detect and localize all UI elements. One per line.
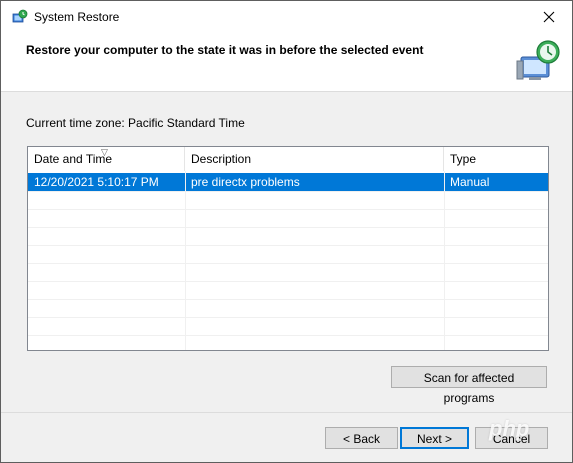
grid-line: [28, 191, 548, 192]
grid-line: [28, 317, 548, 318]
scan-affected-programs-button[interactable]: Scan for affected programs: [391, 366, 547, 405]
grid-line: [28, 227, 548, 228]
row-description: pre directx problems: [191, 175, 300, 189]
column-header-description-label: Description: [191, 152, 252, 166]
grid-line: [28, 245, 548, 246]
grid-line: [28, 335, 548, 336]
row-type: Manual: [450, 175, 490, 189]
back-button[interactable]: < Back: [325, 427, 398, 449]
sort-arrow-icon: ▽: [101, 147, 108, 157]
restore-points-list[interactable]: Date and Time ▽ Description Type 12/20/2…: [27, 146, 549, 351]
system-restore-icon: [12, 9, 28, 23]
window-title: System Restore: [34, 10, 120, 24]
close-button[interactable]: [526, 1, 572, 33]
column-header-description[interactable]: Description: [185, 147, 444, 171]
wizard-header: Restore your computer to the state it wa…: [1, 33, 572, 92]
grid-line: [28, 209, 548, 210]
next-button[interactable]: Next >: [400, 427, 469, 449]
timezone-label: Current time zone: Pacific Standard Time: [26, 116, 245, 130]
table-row[interactable]: 12/20/2021 5:10:17 PM pre directx proble…: [28, 173, 548, 191]
column-header-type[interactable]: Type: [444, 147, 548, 171]
column-header-date[interactable]: Date and Time ▽: [28, 147, 185, 171]
grid-line: [185, 171, 186, 350]
computer-restore-icon: [516, 40, 560, 80]
column-header-type-label: Type: [450, 152, 477, 166]
title-bar: System Restore: [1, 1, 572, 33]
page-title: Restore your computer to the state it wa…: [26, 43, 424, 57]
system-restore-window: System Restore Restore your computer to …: [0, 0, 573, 463]
grid-line: [28, 263, 548, 264]
footer-divider: [1, 412, 572, 413]
grid-line: [28, 299, 548, 300]
close-icon: [543, 11, 555, 23]
grid-line: [444, 171, 445, 350]
row-date: 12/20/2021 5:10:17 PM: [34, 175, 159, 189]
php-watermark: php: [489, 416, 530, 441]
grid-line: [28, 281, 548, 282]
